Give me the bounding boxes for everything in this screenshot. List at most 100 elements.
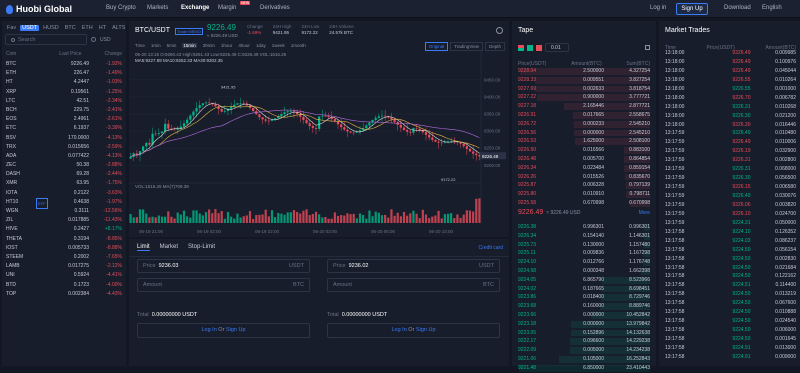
- book-row[interactable]: 9226.56 0.000000 2.545210: [518, 129, 650, 138]
- book-row[interactable]: 9225.73 0.130000 1.157480: [518, 241, 650, 250]
- market-row[interactable]: EOS 2.4961 -2.61%: [6, 115, 122, 124]
- interval-15min[interactable]: 15min: [182, 43, 197, 48]
- market-tab-fav[interactable]: Fav: [5, 25, 18, 31]
- book-row[interactable]: 9223.68 0.160000 8.889746: [518, 302, 650, 311]
- book-row[interactable]: 9227.18 2.165446 2.877721: [518, 102, 650, 111]
- nav-buy-crypto[interactable]: Buy Crypto: [106, 5, 136, 11]
- market-row[interactable]: THETA 0.3194 -8.85%: [6, 235, 122, 244]
- market-row[interactable]: BTD 0.1723 -4.00%: [6, 281, 122, 290]
- interval-1hour[interactable]: 1hour: [221, 43, 233, 48]
- view-original[interactable]: Original: [424, 42, 449, 51]
- market-row[interactable]: IOST 0.005733 -8.88%: [6, 244, 122, 253]
- market-row[interactable]: ETC 6.1937 -3.39%: [6, 124, 122, 133]
- book-row[interactable]: 9226.50 0.016566 0.883100: [518, 146, 650, 155]
- sell-price-input[interactable]: Price 9236.02 USDT: [327, 259, 500, 273]
- market-tab-ht[interactable]: HT: [97, 25, 108, 31]
- interval-time[interactable]: Time: [135, 43, 145, 48]
- buy-price-input[interactable]: Price 9236.03 USDT: [137, 259, 310, 273]
- market-row[interactable]: HT 4.2447 -1.03%: [6, 78, 122, 87]
- buy-amount-input[interactable]: Amount BTC: [137, 278, 310, 292]
- tab-limit[interactable]: Limit: [137, 244, 150, 251]
- market-row[interactable]: ZEC 50.38 -2.88%: [6, 161, 122, 170]
- book-row[interactable]: 9225.87 0.006328 0.797139: [518, 181, 650, 190]
- view-tradingview[interactable]: TradingView: [450, 42, 483, 51]
- interval-1min[interactable]: 1min: [151, 43, 161, 48]
- market-row[interactable]: LAMB 0.017275 -2.12%: [6, 262, 122, 271]
- book-row[interactable]: 9224.58 0.000348 1.662398: [518, 267, 650, 276]
- fullscreen-icon[interactable]: [645, 45, 650, 50]
- credit-card-link[interactable]: Credit card: [479, 245, 503, 251]
- nav-derivatives[interactable]: Derivatives: [260, 5, 290, 11]
- settings-icon[interactable]: [496, 27, 503, 34]
- brand-logo[interactable]: Huobi Global: [6, 4, 72, 14]
- book-row[interactable]: 9228.33 0.009551 3.827254: [518, 76, 650, 85]
- book-row[interactable]: 9226.26 0.015526 0.835670: [518, 173, 650, 182]
- book-row[interactable]: 9223.66 0.000000 10.452842: [518, 311, 650, 320]
- market-row[interactable]: HIVE 0.2427 +8.17%: [6, 225, 122, 234]
- market-tab-usdt[interactable]: USDT: [20, 25, 40, 31]
- tab-stop-limit[interactable]: Stop-Limit: [188, 244, 215, 251]
- market-tab-eth[interactable]: ETH: [80, 25, 95, 31]
- market-row[interactable]: TRX 0.015656 -2.59%: [6, 143, 122, 152]
- book-bids-icon[interactable]: [527, 44, 533, 51]
- book-row[interactable]: 9226.34 0.023484 0.859154: [518, 164, 650, 173]
- market-row[interactable]: ADA 0.077422 -4.13%: [6, 152, 122, 161]
- book-row[interactable]: 9226.48 0.005700 0.864854: [518, 155, 650, 164]
- language-select[interactable]: English: [762, 5, 782, 11]
- market-row[interactable]: IOTA 0.2122 -3.63%: [6, 189, 122, 198]
- market-row[interactable]: UNI 0.5924 -4.41%: [6, 271, 122, 280]
- sell-amount-input[interactable]: Amount BTC: [327, 278, 500, 292]
- market-row[interactable]: DASH 69.28 -2.44%: [6, 170, 122, 179]
- book-row[interactable]: 9225.58 0.670998 0.670998: [518, 199, 650, 208]
- interval-1day[interactable]: 1day: [256, 43, 266, 48]
- signup-button[interactable]: Sign Up: [676, 3, 708, 15]
- book-row[interactable]: 9226.38 0.996301 0.996301: [518, 223, 650, 232]
- market-row[interactable]: LTC 42.51 -2.34%: [6, 97, 122, 106]
- sell-login-button[interactable]: Log In Or Sign Up: [327, 323, 500, 338]
- book-row[interactable]: 9222.09 0.005000 14.234238: [518, 346, 650, 355]
- market-row[interactable]: XRP 0.19561 -1.25%: [6, 88, 122, 97]
- book-asks-icon[interactable]: [536, 44, 542, 51]
- book-row[interactable]: 9222.17 0.096600 14.229238: [518, 337, 650, 346]
- nav-exchange[interactable]: Exchange: [181, 5, 209, 11]
- trade-memo-link[interactable]: Trade MEMO: [175, 28, 203, 35]
- market-row[interactable]: ETH 226.47 -1.49%: [6, 69, 122, 78]
- buy-login-button[interactable]: Log In Or Sign Up: [137, 323, 310, 338]
- book-row[interactable]: 9226.72 0.000233 2.545210: [518, 120, 650, 129]
- tab-market[interactable]: Market: [160, 244, 178, 251]
- book-row[interactable]: 9227.22 0.900000 3.777721: [518, 93, 650, 102]
- market-row[interactable]: STEEM 0.2002 -7.65%: [6, 253, 122, 262]
- buy-percent-slider[interactable]: [137, 298, 310, 312]
- market-row[interactable]: WGN 0.3111 -12.56%: [6, 207, 122, 216]
- download-link[interactable]: Download: [724, 5, 751, 11]
- market-row[interactable]: ZIL 0.017885 -11.43%: [6, 216, 122, 225]
- nav-markets[interactable]: Markets: [147, 5, 168, 11]
- pair-symbol[interactable]: BTC/USDT: [135, 27, 170, 34]
- book-row[interactable]: 9221.48 6.850000 23.410443: [518, 364, 650, 373]
- market-row[interactable]: BTC 9226.49 -1.93%: [6, 60, 122, 69]
- market-row[interactable]: XMR 63.95 -1.75%: [6, 179, 122, 188]
- book-row[interactable]: 9223.86 0.018400 8.729746: [518, 293, 650, 302]
- book-row[interactable]: 9226.91 0.017665 2.558675: [518, 111, 650, 120]
- book-both-icon[interactable]: [518, 44, 524, 51]
- interval-5min[interactable]: 5min: [167, 43, 177, 48]
- interval-1month[interactable]: 1month: [291, 43, 306, 48]
- market-row[interactable]: BSV 170.0000 -4.13%: [6, 134, 122, 143]
- usd-toggle-icon[interactable]: [91, 37, 96, 42]
- col-last-price[interactable]: Last Price: [59, 51, 81, 57]
- book-row[interactable]: 9228.04 2.500000 4.327254: [518, 67, 650, 76]
- interval-30min[interactable]: 30min: [203, 43, 215, 48]
- book-row[interactable]: 9224.05 6.865790 8.523966: [518, 276, 650, 285]
- book-row[interactable]: 9223.18 0.000000 13.979842: [518, 320, 650, 329]
- market-tab-alts[interactable]: ALTS: [110, 25, 127, 31]
- book-row[interactable]: 9224.10 0.012766 1.176748: [518, 258, 650, 267]
- col-change[interactable]: Change: [104, 51, 122, 57]
- book-row[interactable]: 9226.34 0.154140 1.146301: [518, 232, 650, 241]
- book-row[interactable]: 9226.53 1.625000 2.508100: [518, 137, 650, 146]
- interval-1week[interactable]: 1week: [272, 43, 285, 48]
- book-row[interactable]: 9224.02 0.187665 8.698451: [518, 285, 650, 294]
- market-tab-btc[interactable]: BTC: [63, 25, 78, 31]
- book-row[interactable]: 9223.05 0.152896 14.132638: [518, 329, 650, 338]
- market-row[interactable]: TOP 0.002384 -4.43%: [6, 290, 122, 299]
- market-search-input[interactable]: Search: [5, 34, 87, 45]
